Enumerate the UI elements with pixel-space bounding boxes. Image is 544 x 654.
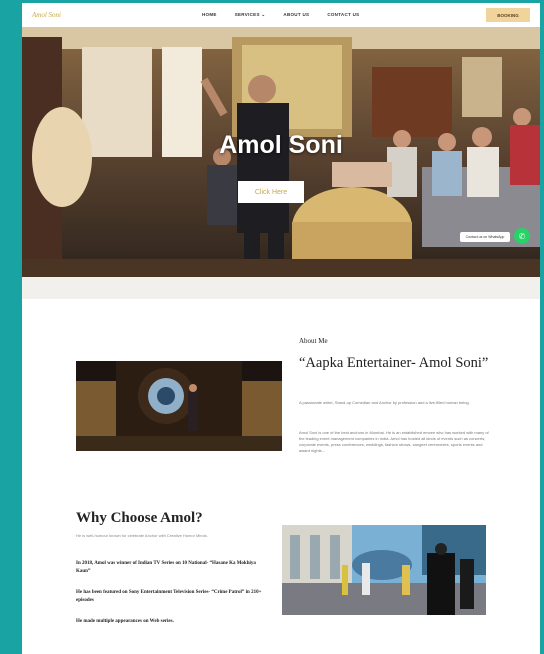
about-photo: [76, 361, 282, 451]
hero-title: Amol Soni: [219, 131, 343, 159]
why-item-1: In 2018, Amol was winner of Indian TV Se…: [76, 561, 256, 574]
nav-about-us[interactable]: ABOUT US: [283, 12, 309, 18]
top-navigation: Amol Soni HOME SERVICES ⌄ ABOUT US CONTA…: [22, 3, 540, 27]
hero-click-button[interactable]: Click Here: [238, 181, 304, 203]
about-paragraph-1: A passionate writer, Stand-up Comedian a…: [299, 400, 470, 405]
site-logo[interactable]: Amol Soni: [32, 11, 61, 19]
whatsapp-icon[interactable]: ✆: [514, 228, 530, 244]
about-label: About Me: [299, 337, 328, 345]
booking-button[interactable]: BOOKING: [486, 8, 530, 22]
why-subtext: He is well-humour known for celebrate An…: [76, 533, 208, 538]
why-item-2: He has been featured on Sony Entertainme…: [76, 590, 262, 603]
section-divider: [22, 277, 540, 299]
about-heading: “Aapka Entertainer- Amol Soni”: [299, 355, 489, 371]
website-page: Amol Soni HOME SERVICES ⌄ ABOUT US CONTA…: [22, 3, 540, 654]
nav-contact-us[interactable]: CONTACT US: [327, 12, 359, 18]
nav-home[interactable]: HOME: [202, 12, 217, 18]
why-item-3: He made multiple appearances on Web seri…: [76, 619, 174, 624]
about-paragraph-2: Amol Soni is one of the best anchors in …: [299, 430, 489, 453]
nav-services[interactable]: SERVICES ⌄: [235, 12, 266, 18]
why-photo: [282, 525, 486, 615]
why-heading: Why Choose Amol?: [76, 510, 203, 526]
main-menu: HOME SERVICES ⌄ ABOUT US CONTACT US: [202, 12, 359, 18]
hero-banner: Amol Soni Click Here Contact us on Whats…: [22, 27, 540, 277]
whatsapp-label[interactable]: Contact us on WhatsApp: [460, 232, 510, 242]
